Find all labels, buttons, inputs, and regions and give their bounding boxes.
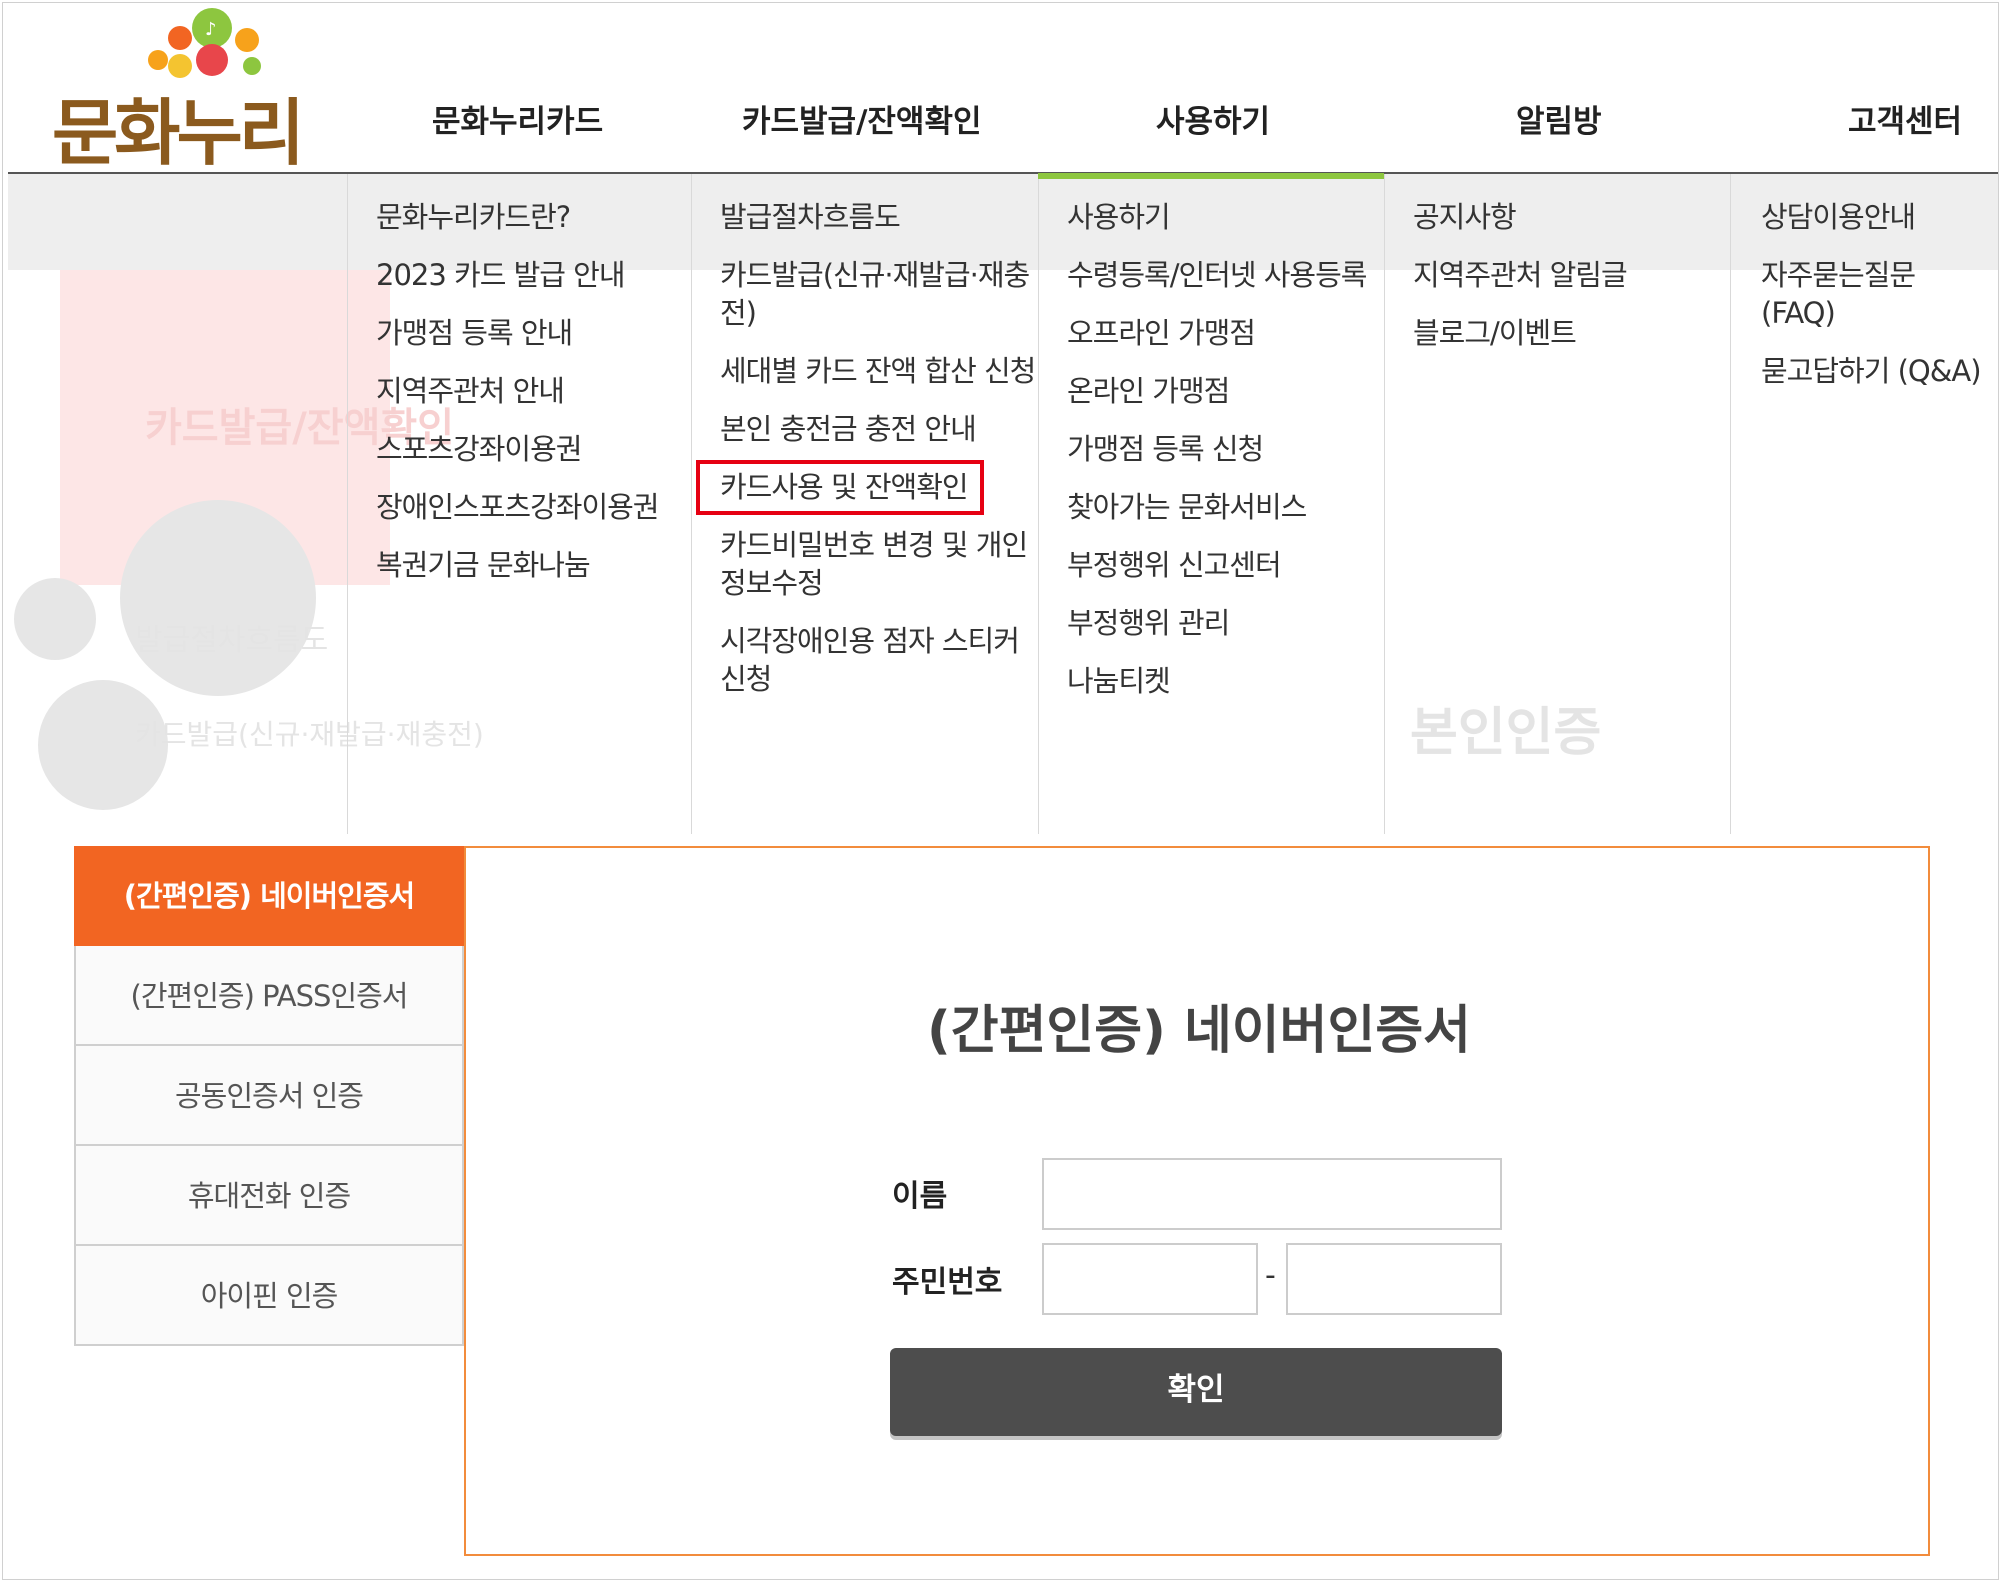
- nav-munhwanuri-card[interactable]: 문화누리카드: [432, 96, 603, 141]
- menu-item[interactable]: 세대별 카드 잔액 합산 신청: [720, 352, 1036, 390]
- menu-item[interactable]: 수령등록/인터넷 사용등록: [1067, 256, 1397, 294]
- menu-item[interactable]: 문화누리카드란?: [376, 198, 706, 236]
- auth-panel-title: (간편인증) 네이버인증서: [926, 1001, 1472, 1061]
- menu-item[interactable]: 카드비밀번호 변경 및 개인정보수정: [720, 526, 1036, 602]
- tab-mobile-phone[interactable]: 휴대전화 인증: [74, 1146, 464, 1246]
- menu-item[interactable]: 발급절차흐름도: [720, 198, 1036, 236]
- svg-text:♪: ♪: [205, 19, 217, 40]
- menu-divider: [347, 174, 348, 834]
- mega-menu: 문화누리카드란? 2023 카드 발급 안내 가맹점 등록 안내 지역주관처 안…: [0, 174, 2003, 834]
- menu-column-usage: 사용하기 수령등록/인터넷 사용등록 오프라인 가맹점 온라인 가맹점 가맹점 …: [1067, 198, 1397, 720]
- munhwanuri-logo[interactable]: ♪ 문화누리: [52, 4, 305, 175]
- nav-usage[interactable]: 사용하기: [1156, 96, 1270, 141]
- tab-naver-certificate[interactable]: (간편인증) 네이버인증서: [74, 846, 464, 946]
- menu-item[interactable]: 온라인 가맹점: [1067, 372, 1397, 410]
- logo-text: 문화누리: [52, 91, 305, 175]
- menu-item[interactable]: 오프라인 가맹점: [1067, 314, 1397, 352]
- logo-fruit-icon: ♪: [148, 8, 261, 78]
- menu-item[interactable]: 가맹점 등록 안내: [376, 314, 706, 352]
- menu-item[interactable]: 2023 카드 발급 안내: [376, 256, 706, 294]
- menu-item[interactable]: 스포츠강좌이용권: [376, 430, 706, 468]
- nav-active-indicator: [1038, 173, 1384, 179]
- menu-item[interactable]: 시각장애인용 점자 스티커 신청: [720, 622, 1036, 698]
- nav-card-issue-balance[interactable]: 카드발급/잔액확인: [742, 96, 981, 141]
- menu-item[interactable]: 공지사항: [1413, 198, 1743, 236]
- menu-item[interactable]: 블로그/이벤트: [1413, 314, 1743, 352]
- menu-column-notice: 공지사항 지역주관처 알림글 블로그/이벤트: [1413, 198, 1743, 372]
- menu-item[interactable]: 지역주관처 안내: [376, 372, 706, 410]
- tab-joint-certificate[interactable]: 공동인증서 인증: [74, 1046, 464, 1146]
- rrn-separator: -: [1265, 1258, 1276, 1293]
- menu-item[interactable]: 본인 충전금 충전 안내: [720, 410, 1036, 448]
- menu-column-issue: 발급절차흐름도 카드발급(신규·재발급·재충전) 세대별 카드 잔액 합산 신청…: [720, 198, 1036, 718]
- global-nav: 문화누리카드 카드발급/잔액확인 사용하기 알림방 고객센터: [360, 96, 1980, 142]
- tab-ipin[interactable]: 아이핀 인증: [74, 1246, 464, 1346]
- confirm-button[interactable]: 확인: [890, 1348, 1502, 1436]
- menu-item[interactable]: 가맹점 등록 신청: [1067, 430, 1397, 468]
- rrn-front-input[interactable]: [1042, 1243, 1258, 1315]
- nav-customer-center[interactable]: 고객센터: [1848, 96, 1962, 141]
- auth-method-tabs: (간편인증) 네이버인증서 (간편인증) PASS인증서 공동인증서 인증 휴대…: [74, 846, 464, 1346]
- menu-item[interactable]: 부정행위 관리: [1067, 604, 1397, 642]
- menu-divider: [1038, 174, 1039, 834]
- menu-item[interactable]: 묻고답하기 (Q&A): [1761, 352, 1997, 390]
- menu-item[interactable]: 자주묻는질문 (FAQ): [1761, 256, 1997, 332]
- menu-column-support: 상담이용안내 자주묻는질문 (FAQ) 묻고답하기 (Q&A): [1761, 198, 1997, 410]
- rrn-back-input[interactable]: [1286, 1243, 1502, 1315]
- name-label: 이름: [892, 1179, 948, 1214]
- menu-item[interactable]: 장애인스포츠강좌이용권: [376, 488, 706, 526]
- tab-pass-certificate[interactable]: (간편인증) PASS인증서: [74, 946, 464, 1046]
- highlight-box: [696, 460, 984, 515]
- name-input[interactable]: [1042, 1158, 1502, 1230]
- menu-item[interactable]: 나눔티켓: [1067, 662, 1397, 700]
- menu-item[interactable]: 찾아가는 문화서비스: [1067, 488, 1397, 526]
- menu-item[interactable]: 부정행위 신고센터: [1067, 546, 1397, 584]
- menu-item[interactable]: 복권기금 문화나눔: [376, 546, 706, 584]
- nav-notice[interactable]: 알림방: [1516, 96, 1602, 141]
- menu-item[interactable]: 상담이용안내: [1761, 198, 1997, 236]
- rrn-label: 주민번호: [892, 1265, 1003, 1300]
- menu-item[interactable]: 사용하기: [1067, 198, 1397, 236]
- menu-item[interactable]: 카드발급(신규·재발급·재충전): [720, 256, 1036, 332]
- menu-item[interactable]: 지역주관처 알림글: [1413, 256, 1743, 294]
- menu-column-card: 문화누리카드란? 2023 카드 발급 안내 가맹점 등록 안내 지역주관처 안…: [376, 198, 706, 604]
